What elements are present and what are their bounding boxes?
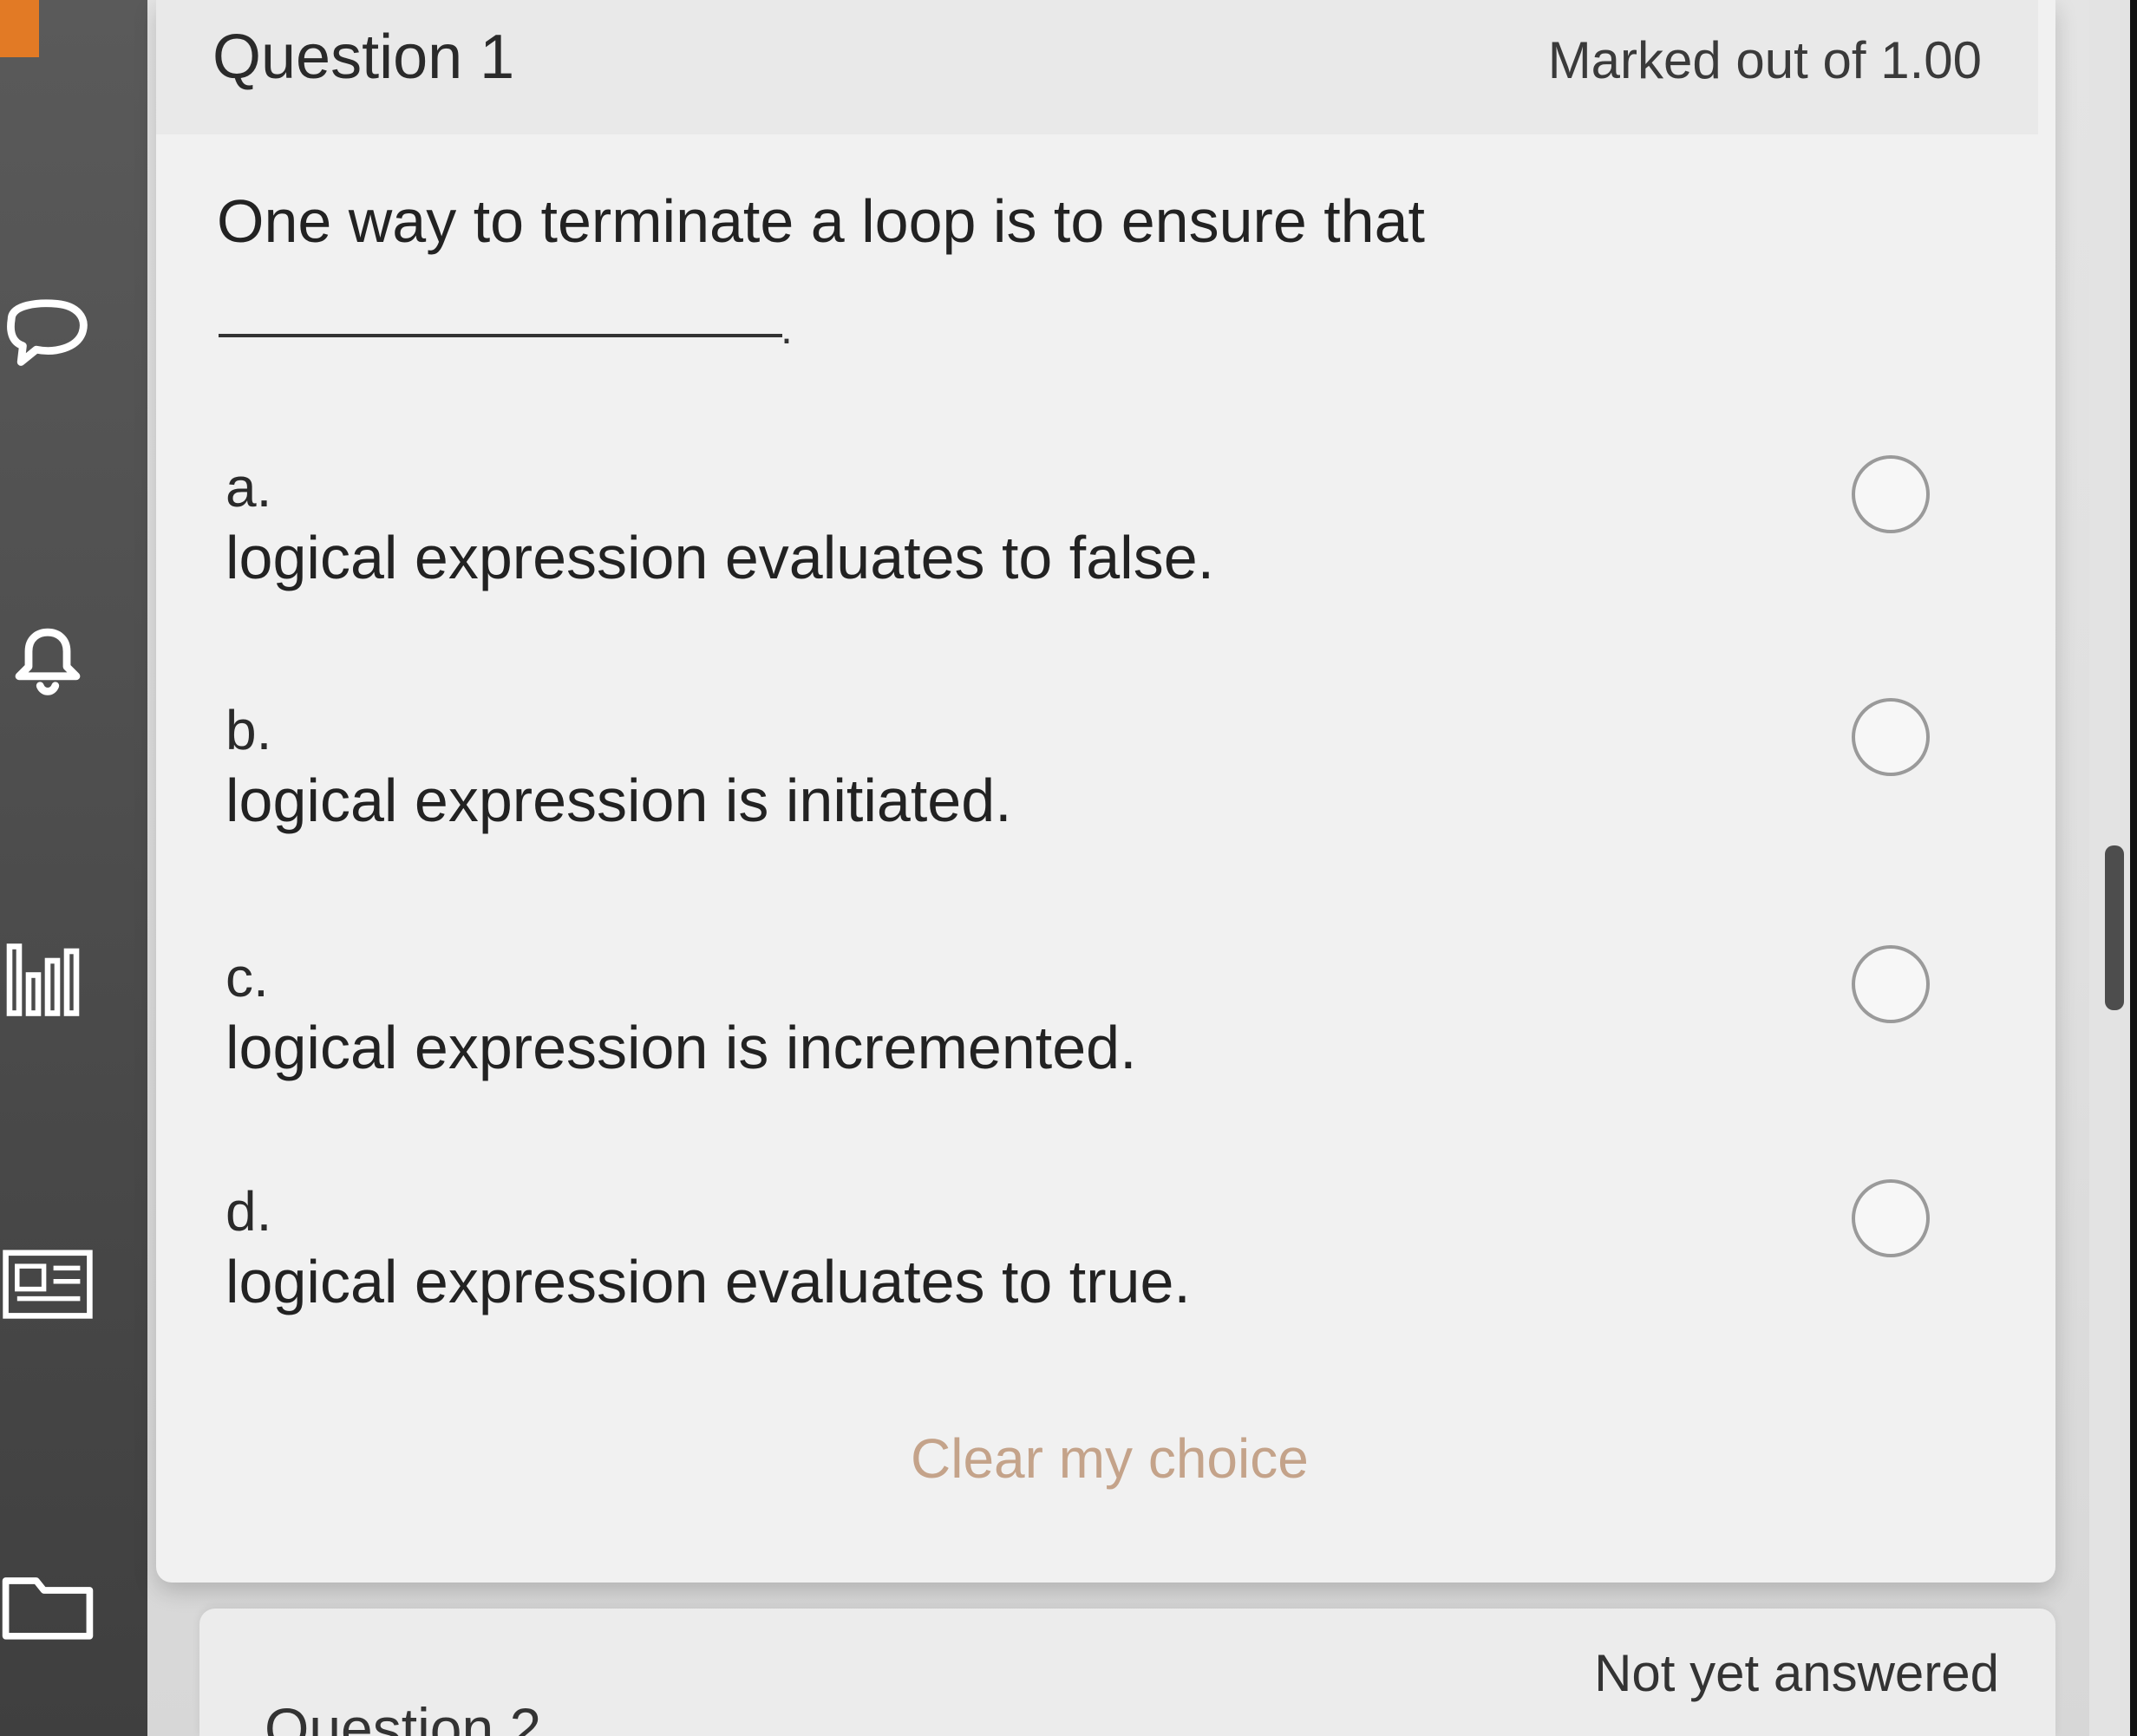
folder-icon[interactable]: [0, 1552, 95, 1648]
radio-button-b[interactable]: [1852, 698, 1930, 776]
left-rail: [0, 0, 147, 1736]
option-text: logical expression evaluates to false.: [225, 524, 1215, 591]
radio-button-c[interactable]: [1852, 945, 1930, 1023]
option-letter: a.: [225, 456, 272, 519]
right-edge: [2089, 0, 2137, 1736]
option-b[interactable]: b. logical expression is initiated.: [225, 698, 1986, 880]
brand-accent: [0, 0, 39, 57]
grades-icon[interactable]: [0, 932, 95, 1028]
scrollbar[interactable]: [2105, 845, 2124, 1010]
news-icon[interactable]: [0, 1236, 95, 1331]
screen-bezel: [2130, 0, 2137, 1736]
option-a[interactable]: a. logical expression evaluates to false…: [225, 455, 1986, 637]
question-header: Question 1 Marked out of 1.00: [156, 0, 2038, 134]
option-text: logical expression is incremented.: [225, 1014, 1137, 1081]
marked-out: Marked out of 1.00: [1547, 31, 1982, 89]
question-text: One way to terminate a loop is to ensure…: [217, 187, 1425, 255]
radio-button-a[interactable]: [1852, 455, 1930, 533]
quiz-page: Question 1 Marked out of 1.00 One way to…: [0, 0, 2137, 1736]
chat-icon[interactable]: [0, 290, 95, 386]
question-card: Question 1 Marked out of 1.00 One way to…: [156, 0, 2055, 1583]
option-letter: b.: [225, 699, 272, 761]
bell-icon[interactable]: [0, 611, 95, 707]
blank-answer-line: [219, 334, 782, 337]
option-text: logical expression evaluates to true.: [225, 1248, 1191, 1315]
question-status: Not yet answered: [1594, 1644, 1999, 1702]
clear-my-choice-link[interactable]: Clear my choice: [911, 1426, 1309, 1491]
question-label: Question 1: [212, 23, 515, 92]
option-d[interactable]: d. logical expression evaluates to true.: [225, 1179, 1986, 1361]
next-question-label: Question 2: [265, 1696, 542, 1736]
blank-period: .: [781, 304, 793, 353]
option-letter: c.: [225, 946, 269, 1008]
radio-button-d[interactable]: [1852, 1179, 1930, 1257]
next-question-card: Question 2 Not yet answered: [199, 1609, 2055, 1736]
option-text: logical expression is initiated.: [225, 767, 1012, 834]
option-letter: d.: [225, 1180, 272, 1243]
option-c[interactable]: c. logical expression is incremented.: [225, 945, 1986, 1127]
